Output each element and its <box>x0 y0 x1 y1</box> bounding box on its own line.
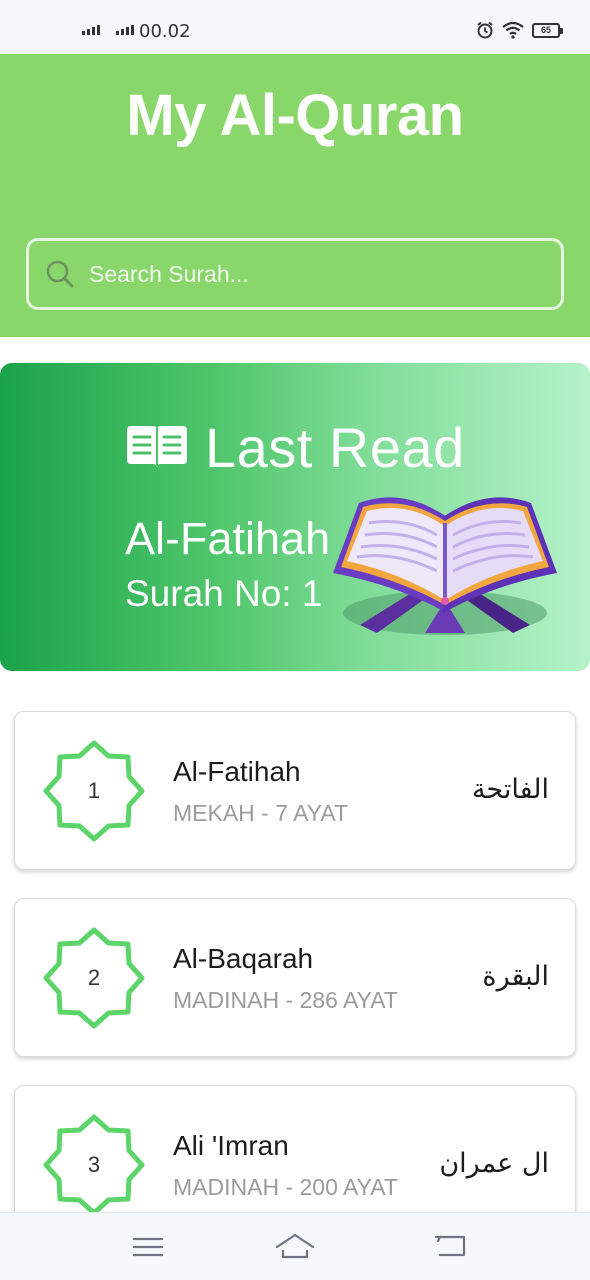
battery-icon: 65 <box>532 22 563 38</box>
surah-number-badge: 3 <box>41 1112 147 1218</box>
wifi-icon <box>502 21 524 39</box>
surah-name: Al-Fatihah <box>173 756 301 787</box>
surah-name: Al-Baqarah <box>173 943 314 974</box>
surah-number: 3 <box>87 1152 101 1177</box>
signal-icon <box>82 23 100 35</box>
app-header: My Al-Quran <box>0 54 590 337</box>
surah-number: 1 <box>87 778 101 803</box>
back-icon[interactable] <box>430 1231 470 1263</box>
status-bar: 00.02 65 <box>0 0 590 54</box>
surah-info: MEKAH - 7 AYAT <box>173 800 349 826</box>
surah-info: MADINAH - 286 AYAT <box>173 987 398 1013</box>
last-read-title: Last Read <box>205 416 465 479</box>
last-read-card[interactable]: Last Read Al-Fatihah Surah No: 1 <box>0 363 590 671</box>
surah-arabic-name: الفاتحة <box>471 774 549 805</box>
book-open-icon <box>127 425 187 468</box>
surah-info: MADINAH - 200 AYAT <box>173 1174 398 1200</box>
surah-number-badge: 2 <box>41 925 147 1031</box>
menu-icon[interactable] <box>128 1231 168 1263</box>
surah-number-badge: 1 <box>41 738 147 844</box>
last-read-surah-number: Surah No: 1 <box>125 573 323 614</box>
surah-list-item[interactable]: 1 Al-Fatihah MEKAH - 7 AYAT الفاتحة <box>14 711 576 870</box>
quran-book-illustration <box>333 497 557 635</box>
alarm-icon <box>477 21 493 39</box>
surah-list-item[interactable]: 2 Al-Baqarah MADINAH - 286 AYAT البقرة <box>14 898 576 1057</box>
surah-arabic-name: ال عمران <box>439 1148 549 1179</box>
app-title: My Al-Quran <box>126 83 464 148</box>
surah-name: Ali 'Imran <box>173 1130 289 1161</box>
home-icon[interactable] <box>275 1231 315 1263</box>
search-box[interactable] <box>26 238 564 310</box>
system-nav-bar <box>0 1212 590 1280</box>
search-input[interactable] <box>89 253 539 295</box>
last-read-surah-name: Al-Fatihah <box>125 513 331 564</box>
battery-level: 65 <box>540 24 551 35</box>
search-icon <box>46 260 74 288</box>
status-time: 00.02 <box>139 21 191 42</box>
surah-arabic-name: البقرة <box>482 961 549 992</box>
signal-icon <box>116 23 134 35</box>
surah-number: 2 <box>87 965 101 990</box>
